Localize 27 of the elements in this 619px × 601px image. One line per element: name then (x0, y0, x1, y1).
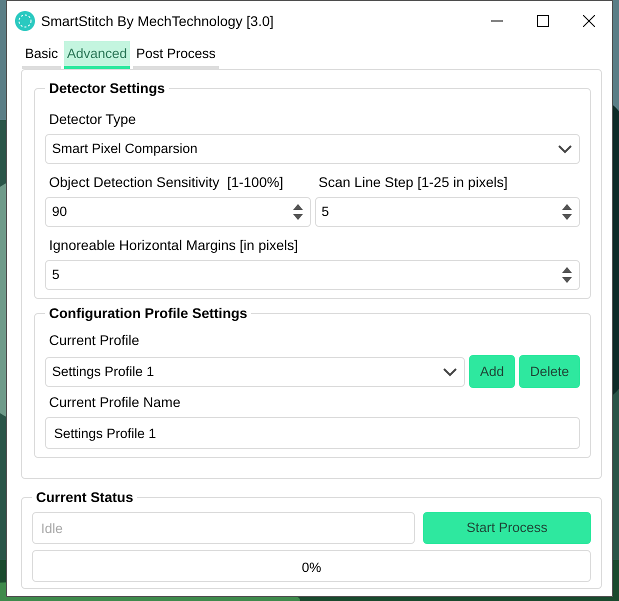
chevron-down-icon (442, 366, 458, 377)
text-field[interactable]: Settings Profile 1 (45, 417, 580, 450)
field-label: Object Detection Sensitivity [1-100%] (48, 173, 284, 192)
field-label: Current Profile (48, 331, 140, 350)
field-label: Detector Type (48, 110, 137, 130)
profile-button[interactable]: Delete (518, 355, 580, 388)
spin-box[interactable]: 5 (45, 260, 580, 290)
field-label: Scan Line Step [1-25 in pixels] (318, 173, 509, 192)
maximize-icon[interactable] (537, 15, 549, 27)
status-field[interactable]: Idle (32, 512, 415, 544)
start-process-button[interactable]: Start Process (423, 512, 591, 544)
close-icon[interactable] (583, 15, 595, 27)
tab[interactable]: Advanced (64, 41, 130, 70)
spinner-arrows-icon (561, 266, 573, 284)
chevron-down-icon (557, 144, 573, 154)
spinner-arrows-icon (292, 203, 304, 222)
field-label: Ignoreable Horizontal Margins [in pixels] (48, 236, 300, 256)
field-label: Current Profile Name (48, 393, 182, 412)
app-logo-icon (15, 11, 35, 31)
dropdown[interactable]: Smart Pixel Comparsion (45, 134, 580, 164)
spinner-arrows-icon (561, 203, 573, 222)
spin-box[interactable]: 5 (314, 197, 580, 228)
spin-box[interactable]: 90 (45, 197, 310, 228)
dropdown[interactable]: Settings Profile 1 (45, 356, 465, 387)
progress-label: 0% (300, 559, 322, 578)
window-title: SmartStitch By MechTechnology [3.0] (41, 12, 275, 31)
profile-button[interactable]: Add (468, 355, 515, 388)
